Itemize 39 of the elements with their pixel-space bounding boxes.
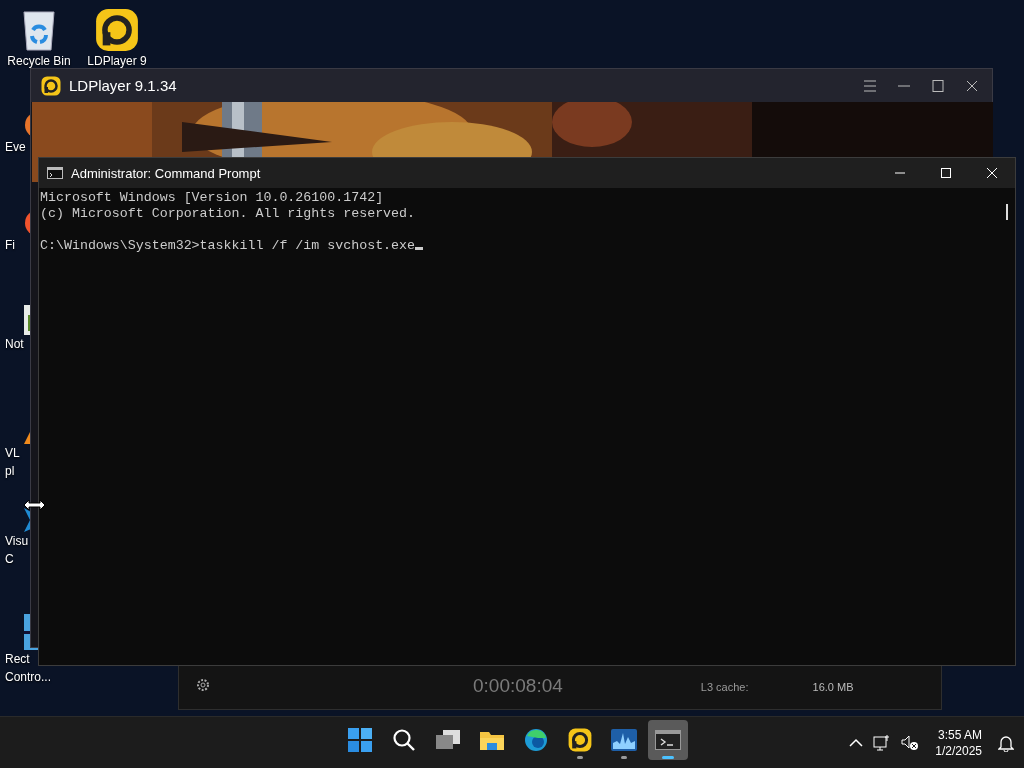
clock-date[interactable]: 1/2/2025 <box>935 742 982 759</box>
stat-value: 16.0 MB <box>812 681 854 693</box>
ldplayer-icon <box>95 8 139 52</box>
search-icon <box>392 728 416 752</box>
muted-speaker-icon[interactable] <box>901 733 920 752</box>
scrollbar-thumb[interactable] <box>1006 204 1008 220</box>
command-line: C:\Windows\System32>taskkill /f /im svchost.exe <box>40 238 416 253</box>
chart-icon <box>611 729 637 751</box>
folder-icon <box>479 729 505 751</box>
console-output-line: Microsoft Windows [Version 10.0.26100.1742] <box>40 190 385 206</box>
icon-label: Not <box>5 337 24 351</box>
icon-label: Eve <box>5 140 26 154</box>
icon-label: pl <box>5 464 15 478</box>
terminal-icon <box>47 167 63 179</box>
elapsed-time: 0:00:08:04 <box>473 675 563 697</box>
ldplayer-icon <box>568 728 592 752</box>
taskbar-button[interactable] <box>648 720 688 760</box>
chevron-up-icon[interactable] <box>849 737 864 748</box>
browser-icon <box>524 728 548 752</box>
stacked-windows-icon <box>435 729 461 751</box>
console-output-line: (c) Microsoft Corporation. All rights reserved. <box>40 206 417 222</box>
icon-label: C <box>5 552 14 566</box>
settings-icon[interactable] <box>195 677 211 693</box>
terminal-icon <box>655 730 681 750</box>
icon-label: VL <box>5 446 20 460</box>
bell-icon[interactable] <box>998 733 1014 752</box>
window-title: Administrator: Command Prompt <box>71 165 261 181</box>
icon-label: Rect <box>5 652 30 666</box>
icon-label: Contro... <box>5 670 52 684</box>
icon-label: Visu <box>5 534 29 548</box>
window-title: LDPlayer 9.1.34 <box>69 77 177 94</box>
network-icon[interactable] <box>873 733 892 752</box>
stat-label: L3 cache: <box>700 681 749 693</box>
icon-label: LDPlayer 9 <box>87 54 147 68</box>
icon-label: Recycle Bin <box>7 54 71 68</box>
windows-logo-icon <box>348 728 372 752</box>
ldplayer-logo-icon <box>41 75 61 96</box>
icon-label: Fi <box>5 238 15 252</box>
clock-time[interactable]: 3:55 AM <box>937 726 982 743</box>
